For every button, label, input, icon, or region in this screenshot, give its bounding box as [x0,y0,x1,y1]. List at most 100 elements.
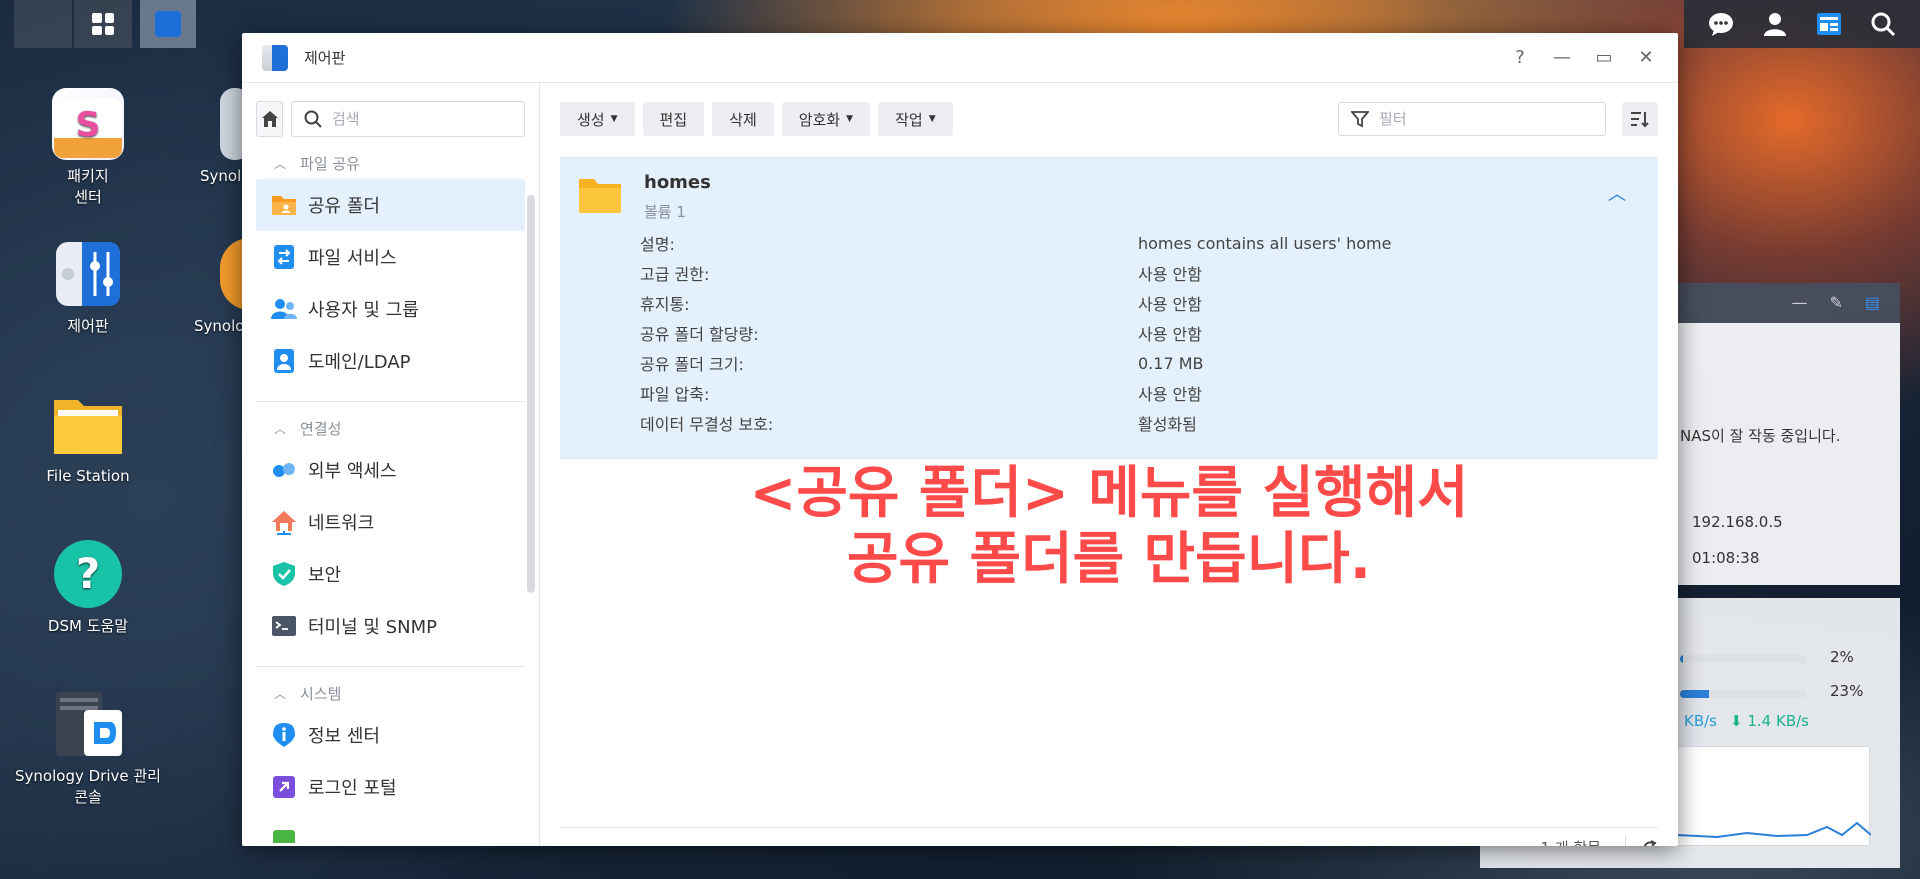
item-count: 1 개 항목 [1541,837,1601,846]
chevron-up-icon: ︿ [274,156,287,171]
shared-folder-row[interactable]: homes 볼륨 1 ︿ 설명: homes contains all users… [560,157,1658,459]
desktop-icon-control-panel[interactable]: 제어판 [8,238,168,337]
button-label: 생성 [577,110,605,129]
sidebar-item-domain-ldap[interactable]: 도메인/LDAP [256,335,525,387]
sidebar: ︿ 파일 공유 공유 폴더 파일 서비스 사용자 및 그룹 [242,83,540,846]
folder-icon [578,176,622,213]
synology-drive-icon [52,688,124,760]
property-key: 데이터 무결성 보호: [640,415,774,434]
edit-button[interactable]: 편집 [642,102,705,136]
folder-name: homes [644,172,711,193]
property-value: 활성화됨 [1138,415,1197,434]
section-file-sharing[interactable]: ︿ 파일 공유 [256,147,525,179]
sidebar-item-security[interactable]: 보안 [256,548,525,600]
caret-down-icon: ▼ [846,114,854,124]
desktop-icon-label: 패키지 센터 [67,167,109,206]
widgets-icon[interactable] [1814,9,1844,39]
filter-input[interactable] [1379,110,1579,128]
delete-button[interactable]: 삭제 [712,102,774,136]
folder-volume: 볼륨 1 [644,203,686,221]
cpu-usage: 2% [1830,648,1854,666]
action-button[interactable]: 작업 ▼ [878,102,953,136]
user-icon[interactable] [1760,9,1790,39]
sidebar-scrollbar[interactable] [527,195,535,593]
section-title: 시스템 [300,684,342,703]
property-value: 사용 안함 [1138,385,1202,404]
chat-icon[interactable] [1706,9,1736,39]
window-titlebar[interactable]: 제어판 ? — ▭ ✕ [242,33,1678,83]
sidebar-item-network[interactable]: 네트워크 [256,496,525,548]
caret-down-icon: ▼ [610,114,618,124]
search-icon[interactable] [1868,9,1898,39]
sidebar-item-partial[interactable] [256,813,525,843]
home-button[interactable] [256,101,283,137]
folder-properties: 설명: homes contains all users' home 고급 권한:… [560,228,1658,438]
sidebar-item-label: 정보 센터 [308,726,380,747]
search-input[interactable] [332,110,512,128]
close-button[interactable]: ✕ [1634,47,1658,68]
status-text: NAS이 잘 작동 중입니다. [1680,427,1841,445]
widget-pin-icon[interactable]: ✎ [1829,293,1842,312]
property-row: 데이터 무결성 보호: 활성화됨 [640,408,1658,438]
desktop-icon-dsm-help[interactable]: ? DSM 도움말 [8,538,168,637]
network-icon [270,508,298,536]
create-button[interactable]: 생성 ▼ [560,102,635,136]
widget-menu-icon[interactable]: ▤ [1865,293,1880,312]
uptime: 01:08:38 [1692,549,1760,567]
property-row: 설명: homes contains all users' home [640,228,1658,258]
property-key: 고급 권한: [640,265,710,284]
main-menu-button[interactable] [74,0,132,48]
property-row: 휴지통: 사용 안함 [640,288,1658,318]
file-services-icon [270,243,298,271]
desktop-icon-package-center[interactable]: S 패키지 센터 [8,88,168,208]
property-value: 사용 안함 [1138,325,1202,344]
section-system[interactable]: ︿ 시스템 [256,677,525,709]
sidebar-item-info-center[interactable]: 정보 센터 [256,709,525,761]
sidebar-item-label: 보안 [308,565,342,586]
button-label: 암호화 [798,110,841,129]
encrypt-button[interactable]: 암호화 ▼ [781,102,871,136]
button-label: 작업 [895,110,923,129]
desktop-icon-label: Synology Drive 관리 콘솔 [15,767,161,806]
sidebar-item-file-services[interactable]: 파일 서비스 [256,231,525,283]
sort-icon [1631,112,1649,128]
property-value: 0.17 MB [1138,353,1204,373]
download-speed-value: 1.4 KB/s [1747,712,1809,730]
property-row: 고급 권한: 사용 안함 [640,258,1658,288]
sidebar-item-external-access[interactable]: 외부 액세스 [256,444,525,496]
button-label: 편집 [659,110,688,129]
section-connectivity[interactable]: ︿ 연결성 [256,412,525,444]
shared-folder-icon [270,191,298,219]
minimize-button[interactable]: — [1550,47,1574,68]
sidebar-item-login-portal[interactable]: 로그인 포털 [256,761,525,813]
widget-minimize-icon[interactable]: — [1791,293,1807,312]
sidebar-item-label: 터미널 및 SNMP [308,617,437,638]
property-key: 휴지통: [640,295,690,314]
taskbar-control-panel[interactable] [140,0,196,48]
desktop-icon-synology-drive[interactable]: Synology Drive 관리 콘솔 [8,688,168,808]
search-icon [304,110,322,128]
cpu-bar [1680,655,1806,663]
sidebar-search[interactable] [291,101,525,137]
sort-button[interactable] [1622,102,1658,136]
desktop-icon-file-station[interactable]: File Station [8,388,168,487]
button-label: 삭제 [729,110,757,129]
collapse-chevron-icon[interactable]: ︿ [1608,180,1626,206]
svg-text:S: S [76,105,101,145]
help-button[interactable]: ? [1508,47,1532,68]
package-center-icon: S [52,88,124,160]
property-value: 사용 안함 [1138,265,1202,284]
control-panel-window: 제어판 ? — ▭ ✕ ︿ 파일 공유 [242,33,1678,846]
taskbar [14,0,196,48]
list-footer: 1 개 항목 [560,827,1658,846]
sidebar-item-label: 공유 폴더 [308,196,380,217]
sidebar-item-users-groups[interactable]: 사용자 및 그룹 [256,283,525,335]
refresh-button[interactable] [1625,835,1658,846]
desktop-icon-label: DSM 도움말 [47,617,129,635]
folder-icon [52,388,124,460]
download-speed: ⬇ 1.4 KB/s [1730,712,1809,730]
sidebar-item-shared-folder[interactable]: 공유 폴더 [256,179,525,231]
sidebar-item-terminal-snmp[interactable]: 터미널 및 SNMP [256,600,525,652]
filter-box[interactable] [1338,102,1606,136]
maximize-button[interactable]: ▭ [1592,47,1616,68]
